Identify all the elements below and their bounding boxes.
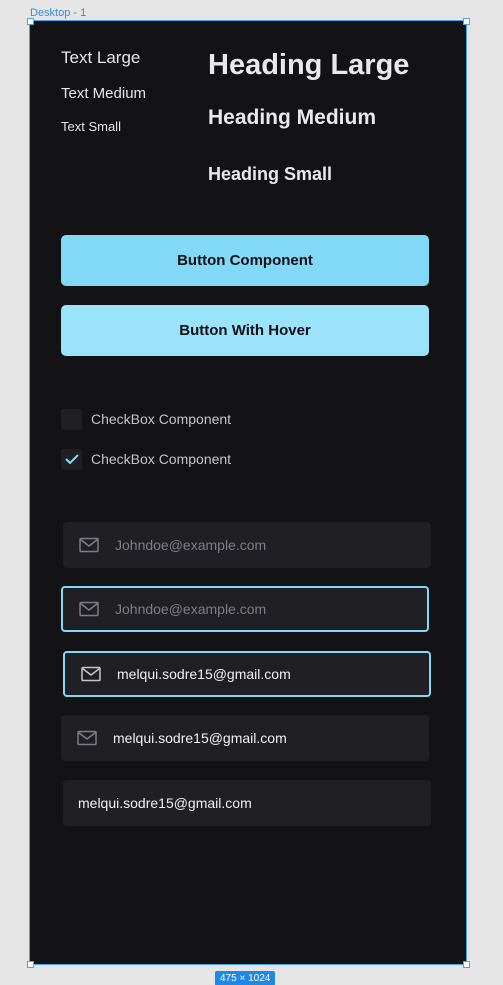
checkmark-icon: [65, 454, 78, 464]
heading-large: Heading Large: [208, 49, 410, 81]
frame-label[interactable]: Desktop - 1: [30, 6, 86, 20]
resize-handle-top-left[interactable]: [27, 18, 34, 25]
email-input[interactable]: [117, 666, 429, 682]
resize-handle-bottom-right[interactable]: [463, 961, 470, 968]
email-field-filled[interactable]: [61, 715, 429, 761]
email-input[interactable]: [78, 795, 431, 811]
mail-icon: [77, 730, 97, 746]
email-field-focused[interactable]: [61, 586, 429, 632]
mail-icon: [81, 666, 101, 682]
size-badge: 475 × 1024: [215, 971, 276, 985]
checkbox-label: CheckBox Component: [91, 411, 232, 427]
checkbox-label: CheckBox Component: [91, 451, 232, 467]
email-field-no-icon[interactable]: [63, 780, 431, 826]
heading-medium: Heading Medium: [208, 106, 377, 129]
checkbox-checked[interactable]: CheckBox Component: [61, 448, 231, 470]
checkbox-box[interactable]: [61, 448, 82, 470]
email-input[interactable]: [115, 601, 427, 617]
button-with-hover[interactable]: Button With Hover: [61, 305, 429, 356]
resize-handle-top-right[interactable]: [463, 18, 470, 25]
text-large: Text Large: [61, 48, 141, 67]
checkbox-unchecked[interactable]: CheckBox Component: [61, 408, 231, 430]
resize-handle-bottom-left[interactable]: [27, 961, 34, 968]
email-input[interactable]: [115, 537, 431, 553]
text-small: Text Small: [61, 119, 121, 134]
design-canvas: Desktop - 1 Text Large Text Medium Text …: [0, 0, 503, 985]
email-input[interactable]: [113, 730, 429, 746]
mail-icon: [79, 537, 99, 553]
checkbox-box[interactable]: [61, 408, 82, 430]
button-with-hover-label: Button With Hover: [179, 322, 311, 339]
button-component-label: Button Component: [177, 252, 313, 269]
heading-small: Heading Small: [208, 164, 333, 184]
email-field-focused-filled[interactable]: [63, 651, 431, 697]
button-component[interactable]: Button Component: [61, 235, 429, 286]
mail-icon: [79, 601, 99, 617]
email-field-default[interactable]: [63, 522, 431, 568]
text-medium: Text Medium: [61, 85, 147, 102]
